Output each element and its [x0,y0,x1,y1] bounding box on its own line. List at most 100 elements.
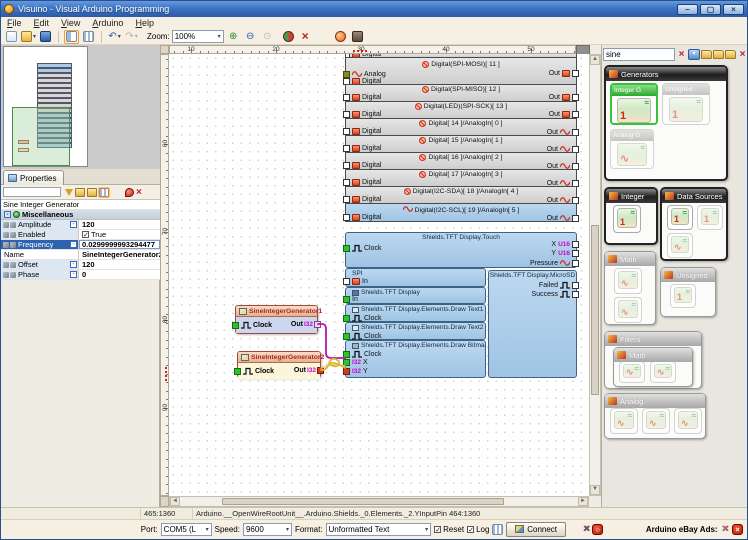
collapse-all-icon[interactable] [87,187,97,197]
pin-row[interactable]: Digital[ 15 ]/AnalogIn[ 1 ] Digital Out [343,135,579,153]
digital-input-pin[interactable]: Digital [343,145,381,152]
component-sineintegergenerator1[interactable]: SineIntegerGenerator1 Clock Out I32 [232,305,322,334]
digital-input-pin[interactable]: Digital [343,179,381,186]
pin-row[interactable]: Digital[ 17 ]/AnalogIn[ 3 ] Digital Out [343,169,579,187]
pin-connector[interactable] [314,321,321,328]
checkbox-icon[interactable]: ✓ [82,231,89,239]
horizontal-scrollbar[interactable]: ◄ ► [169,496,589,507]
reset-checkbox[interactable]: ✓ Reset [434,525,464,534]
property-expander-icon[interactable]: - [70,261,77,268]
palette-item[interactable]: ∿ ≈ [610,408,638,434]
property-name[interactable]: Name [1,250,79,259]
menu-help[interactable]: Help [129,18,160,28]
zoom-out-button[interactable]: ⊖ [243,30,258,44]
category-header[interactable]: Math [614,348,692,362]
out-output-pin[interactable]: Out I32 [294,367,324,374]
block-spi[interactable]: SPI In [343,268,486,287]
help-about-button[interactable] [333,30,348,44]
ads-tools-icon[interactable]: × [722,524,728,535]
property-value[interactable]: 0.0299999993294477 [79,240,160,249]
digital-input-pin[interactable]: Digital [343,196,381,203]
pin-connector[interactable] [343,111,350,118]
pin-connector[interactable] [572,111,579,118]
component-search-input[interactable] [603,47,675,61]
close-properties-icon[interactable]: × [136,187,142,197]
toggle-grid-view-button[interactable] [81,30,96,44]
package-button[interactable] [350,30,365,44]
pin-connector[interactable] [317,367,324,374]
category-header[interactable]: Integer [606,189,656,203]
property-category-row[interactable]: - Miscellaneous [1,210,160,220]
pin-connector[interactable] [572,281,579,289]
property-value[interactable]: 120 [79,220,160,229]
build-button[interactable] [281,30,296,44]
palette-item[interactable]: ∿ ≈ [614,297,642,323]
palette-item[interactable]: ∿ ≈ [650,361,676,383]
pin-connector[interactable] [572,241,579,248]
out-output-pin[interactable]: Out [549,70,579,77]
pin-connector[interactable] [343,278,350,285]
design-canvas[interactable]: Digital Digital(SPI-MOSI)[ 11 ] Analog Out D… [169,54,589,496]
out-output-pin[interactable]: Out [549,111,579,118]
pin-row[interactable]: Digital[ 16 ]/AnalogIn[ 2 ] Digital Out [343,152,579,170]
menu-arduino[interactable]: Arduino [86,18,129,28]
pin-connector[interactable] [343,314,350,322]
block-shields-tft-display-microsd[interactable]: Shields.TFT Display.MicroSD Failed Success [488,270,579,378]
property-value[interactable]: SineIntegerGenerator2 [79,250,160,259]
failed-output-pin[interactable]: Failed [539,281,579,289]
expand-categories-icon[interactable] [713,49,724,59]
pin-connector[interactable] [572,94,579,101]
new-category-folder-icon[interactable] [701,49,712,59]
palette-item[interactable]: 1 ≈ [697,205,723,230]
pin-connector[interactable] [343,128,350,135]
zoom-in-button[interactable]: ⊕ [226,30,241,44]
palette-category-filters[interactable]: Filters Math ∿ ≈ ∿ ≈ [604,331,702,389]
log-checkbox[interactable]: ✓ Log [467,525,489,534]
clock-input-pin[interactable]: Clock [232,321,272,329]
palette-item[interactable]: 1 ≈ [670,284,696,308]
property-row-amplitude[interactable]: Amplitude -120 [1,220,160,230]
pin-connector[interactable] [572,259,579,267]
palette-category-math[interactable]: Math ∿ ≈ ∿ ≈ [613,347,693,387]
property-row-name[interactable]: Name SineIntegerGenerator2 [1,250,160,260]
palette-category-generators[interactable]: Generators Integer G 1 ≈ Unsigned 1 ≈ Analog G ∿… [604,65,728,181]
category-header[interactable]: Data Sources [662,189,726,203]
pin-row[interactable]: Digital(I2C-SCL)[ 19 ]/AnalogIn[ 5 ] Digi… [343,203,579,222]
filter-icon[interactable] [65,188,73,196]
diagram-minimap[interactable] [3,46,88,167]
digital-input-pin[interactable]: Digital [343,111,381,118]
out-output-pin[interactable]: Out [547,214,579,222]
zoom-reset-button[interactable]: ⊙ [260,30,275,44]
pin-connector[interactable] [343,162,350,169]
category-header[interactable]: Math [605,252,655,266]
x-input-pin[interactable]: I32 X [343,359,368,366]
palette-item[interactable]: ∿ ≈ [642,408,670,434]
collapse-category-icon[interactable]: - [4,211,11,218]
palette-item[interactable]: 1 ≈ [667,205,693,230]
in-input-pin[interactable]: In [343,296,358,303]
new-project-button[interactable] [4,30,19,44]
ads-close-icon[interactable]: × [732,523,744,535]
undo-button[interactable]: ↶ ▾ [107,30,122,44]
clock-input-pin[interactable]: Clock [343,314,382,322]
delete-button[interactable]: × [298,30,313,44]
y-input-pin[interactable]: I32 Y [343,368,368,375]
x-output-pin[interactable]: X U16 [551,241,579,248]
palette-category-data-sources[interactable]: Data Sources 1 ≈1 ≈ ∿ ≈ [660,187,728,261]
pin-connector[interactable] [232,321,239,329]
pin-connector[interactable] [572,70,579,77]
property-row-phase[interactable]: Phase -0 [1,270,160,280]
palette-category-math[interactable]: Math ∿ ≈ ∿ ≈ [604,251,656,325]
property-name[interactable]: Offset - [1,260,79,269]
minimize-button[interactable]: – [677,3,698,15]
scroll-left-arrow[interactable]: ◄ [170,497,180,506]
pin-connector[interactable] [343,145,350,152]
digital-input-pin[interactable]: Digital [343,162,381,169]
filter-menu-icon[interactable]: ▾ [688,48,700,60]
clear-search-icon[interactable]: × [676,49,687,60]
y-output-pin[interactable]: Y U16 [551,250,579,257]
menu-view[interactable]: View [55,18,86,28]
component-sineintegergenerator2[interactable]: SineIntegerGenerator2 Clock Out I32 [234,351,324,379]
format-select[interactable]: Unformatted Text ▾ [325,522,432,536]
connect-button[interactable]: Connect [506,521,567,537]
